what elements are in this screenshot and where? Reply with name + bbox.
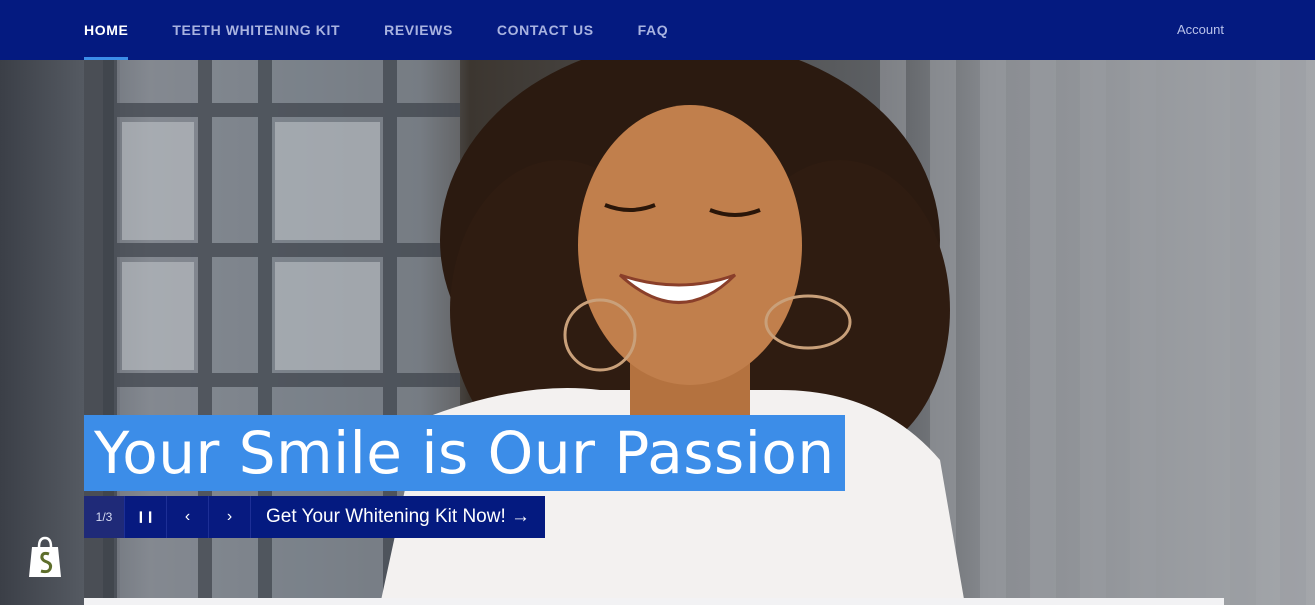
nav-contact-us[interactable]: CONTACT US	[497, 0, 594, 60]
site-header: HOME TEETH WHITENING KIT REVIEWS CONTACT…	[0, 0, 1315, 60]
hero-title-highlight: Your Smile is Our Passion	[84, 415, 845, 491]
cta-button[interactable]: Get Your Whitening Kit Now! →	[251, 496, 546, 538]
nav-faq[interactable]: FAQ	[638, 0, 669, 60]
pause-button[interactable]: ❙❙	[125, 496, 167, 538]
previous-slide-button[interactable]: ‹	[167, 496, 209, 538]
content-section-edge	[84, 598, 1224, 605]
chevron-right-icon: ›	[226, 508, 233, 525]
slideshow-controls: 1/3 ❙❙ ‹ › Get Your Whitening Kit Now! →	[84, 496, 546, 538]
chevron-left-icon: ‹	[184, 508, 191, 525]
pause-icon: ❙❙	[136, 511, 155, 523]
slide-counter: 1/3	[84, 496, 125, 538]
main-nav: HOME TEETH WHITENING KIT REVIEWS CONTACT…	[84, 0, 712, 60]
next-slide-button[interactable]: ›	[209, 496, 251, 538]
account-link[interactable]: Account	[1177, 0, 1224, 60]
nav-teeth-whitening-kit[interactable]: TEETH WHITENING KIT	[172, 0, 340, 60]
hero-title: Your Smile is Our Passion	[94, 419, 835, 487]
shopify-bag-icon[interactable]	[26, 535, 64, 579]
nav-home[interactable]: HOME	[84, 0, 129, 60]
nav-reviews[interactable]: REVIEWS	[384, 0, 453, 60]
hero-slideshow: Your Smile is Our Passion 1/3 ❙❙ ‹ › Get…	[0, 60, 1315, 605]
